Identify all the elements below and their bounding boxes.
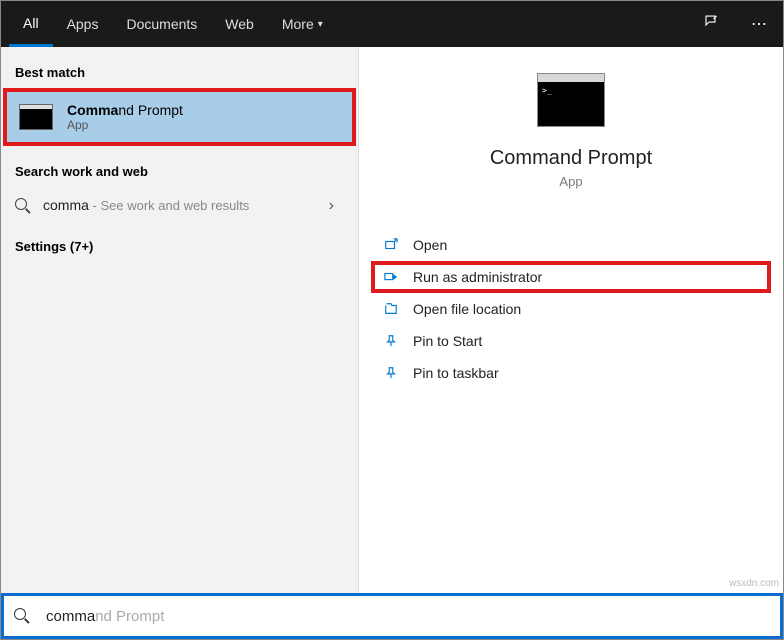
search-hint: - See work and web results — [89, 198, 249, 213]
search-input[interactable] — [42, 608, 770, 625]
search-term: comma — [43, 197, 89, 213]
shield-admin-icon — [383, 269, 399, 285]
action-label: Pin to taskbar — [413, 365, 499, 381]
best-match-title: Command Prompt — [67, 102, 183, 118]
pin-icon — [383, 333, 399, 349]
more-options-icon[interactable]: ⋯ — [745, 8, 773, 40]
search-icon — [15, 198, 31, 214]
best-match-header: Best match — [1, 61, 358, 88]
tab-documents[interactable]: Documents — [112, 1, 211, 47]
folder-icon — [383, 301, 399, 317]
search-web-header: Search work and web — [1, 160, 358, 187]
search-bar[interactable]: command Prompt — [1, 593, 783, 639]
action-open[interactable]: Open — [371, 229, 771, 261]
watermark: wsxdn.com — [729, 578, 779, 589]
settings-results-header[interactable]: Settings (7+) — [1, 225, 358, 268]
feedback-icon[interactable] — [697, 7, 727, 42]
preview-actions: Open Run as administrator Open file loca… — [359, 229, 783, 389]
preview-title: Command Prompt — [359, 147, 783, 170]
action-label: Open file location — [413, 301, 521, 317]
preview-subtitle: App — [359, 174, 783, 189]
open-icon — [383, 237, 399, 253]
action-label: Pin to Start — [413, 333, 482, 349]
best-match-result[interactable]: Command Prompt App — [3, 88, 356, 146]
tab-web[interactable]: Web — [211, 1, 268, 47]
action-open-file-location[interactable]: Open file location — [371, 293, 771, 325]
chevron-right-icon: › — [329, 197, 344, 215]
best-match-subtitle: App — [67, 118, 183, 132]
search-web-result[interactable]: comma - See work and web results › — [1, 187, 358, 225]
results-panel: Best match Command Prompt App Search wor… — [1, 47, 359, 593]
tab-all[interactable]: All — [9, 1, 53, 47]
action-run-as-administrator[interactable]: Run as administrator — [371, 261, 771, 293]
search-scope-tabs: All Apps Documents Web More▾ ⋯ — [1, 1, 783, 47]
action-pin-to-start[interactable]: Pin to Start — [371, 325, 771, 357]
chevron-down-icon: ▾ — [318, 19, 323, 30]
action-label: Run as administrator — [413, 269, 542, 285]
search-icon — [14, 608, 30, 624]
tab-apps[interactable]: Apps — [53, 1, 113, 47]
action-label: Open — [413, 237, 447, 253]
preview-panel: Command Prompt App Open Run as administr… — [359, 47, 783, 593]
pin-icon — [383, 365, 399, 381]
action-pin-to-taskbar[interactable]: Pin to taskbar — [371, 357, 771, 389]
tab-more[interactable]: More▾ — [268, 1, 337, 47]
command-prompt-icon — [19, 104, 53, 130]
command-prompt-icon — [537, 73, 605, 127]
